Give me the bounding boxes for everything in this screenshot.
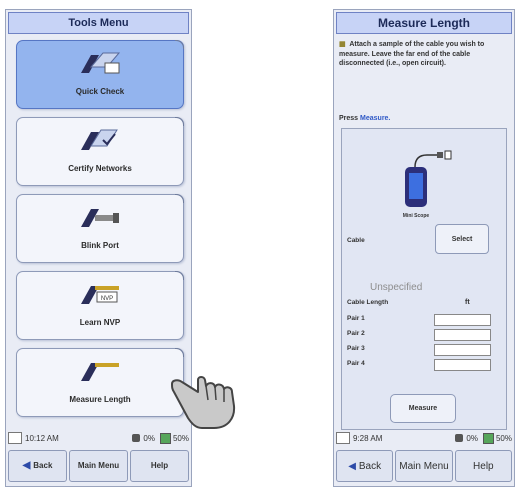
- cable-type-value: Unspecified: [370, 282, 423, 293]
- blink-port-button[interactable]: Blink Port: [16, 194, 184, 263]
- certify-networks-icon: [81, 129, 118, 150]
- help-label: Help: [150, 461, 169, 470]
- measure-length-icon: [81, 363, 119, 381]
- back-button[interactable]: ◀ Back: [336, 450, 394, 482]
- main-menu-button[interactable]: Main Menu: [395, 450, 453, 482]
- corner-decoration: [175, 271, 184, 280]
- instructions-body: Attach a sample of the cable you wish to…: [339, 41, 485, 67]
- measure-button[interactable]: Measure: [390, 394, 456, 423]
- menu-item-label: Certify Networks: [68, 164, 132, 173]
- device-label: Mini Scope: [403, 213, 430, 219]
- status-power: 0%: [466, 433, 478, 443]
- press-measure-link: Measure.: [360, 115, 391, 122]
- back-label: Back: [33, 461, 53, 470]
- status-bar: 10:12 AM 0% 50%: [8, 430, 189, 446]
- pair-label: Pair 4: [347, 360, 365, 367]
- measure-length-button[interactable]: Measure Length: [16, 348, 184, 417]
- measure-panel: Mini Scope Cable Select Unspecified ft C…: [341, 128, 507, 430]
- blink-port-icon: [81, 209, 119, 227]
- pair-4-value: [434, 359, 491, 371]
- battery-icon: [159, 432, 171, 444]
- press-prefix: Press: [339, 115, 359, 122]
- quick-check-button[interactable]: Quick Check: [16, 40, 184, 109]
- main-menu-label: Main Menu: [77, 461, 120, 470]
- note-icon: ▦: [339, 41, 346, 48]
- measure-length-screen: Measure Length ▦ Attach a sample of the …: [333, 9, 515, 487]
- press-instruction: Press Measure.: [339, 115, 390, 122]
- quick-check-icon: [81, 52, 121, 74]
- menu-item-label: Learn NVP: [79, 318, 121, 327]
- corner-decoration: [175, 348, 184, 357]
- menu-item-label: Quick Check: [75, 87, 125, 96]
- select-button[interactable]: Select: [435, 224, 489, 254]
- learn-nvp-button[interactable]: NVP Learn NVP: [16, 271, 184, 340]
- softkey-bar: ◀ Back Main Menu Help: [8, 450, 189, 482]
- status-battery: 50%: [172, 433, 189, 443]
- svg-text:NVP: NVP: [101, 296, 113, 302]
- status-bar: 9:28 AM 0% 50%: [336, 430, 512, 446]
- back-button[interactable]: ◀ Back: [8, 450, 67, 482]
- menu-item-label: Blink Port: [81, 241, 119, 250]
- pair-label: Pair 1: [347, 315, 365, 322]
- main-menu-label: Main Menu: [399, 460, 449, 472]
- clock-icon: [8, 432, 22, 444]
- help-button[interactable]: Help: [130, 450, 189, 482]
- corner-decoration: [175, 194, 184, 203]
- pair-1-value: [434, 314, 491, 326]
- status-time: 10:12 AM: [25, 433, 59, 443]
- status-battery: 50%: [495, 433, 512, 443]
- certify-networks-button[interactable]: Certify Networks: [16, 117, 184, 186]
- pair-2-value: [434, 329, 491, 341]
- status-power: 0%: [143, 433, 155, 443]
- screen-title: Measure Length: [336, 12, 512, 34]
- back-label: Back: [358, 460, 382, 472]
- pair-3-value: [434, 344, 491, 356]
- power-plug-icon: [455, 434, 464, 442]
- main-menu-button[interactable]: Main Menu: [69, 450, 128, 482]
- tester-cable-icon: Mini Scope: [403, 150, 452, 219]
- cable-label: Cable: [347, 237, 365, 244]
- instructions-text: ▦ Attach a sample of the cable you wish …: [339, 40, 509, 69]
- power-plug-icon: [132, 434, 141, 442]
- back-arrow-icon: ◀: [348, 460, 356, 472]
- select-label: Select: [451, 235, 473, 243]
- tools-menu-screen: Tools Menu Quick Check Certify Networks …: [5, 9, 192, 487]
- measure-label: Measure: [408, 405, 438, 412]
- softkey-bar: ◀ Back Main Menu Help: [336, 450, 512, 482]
- corner-decoration: [175, 117, 184, 126]
- help-button[interactable]: Help: [454, 450, 512, 482]
- battery-icon: [482, 432, 494, 444]
- clock-icon: [336, 432, 350, 444]
- menu-item-label: Measure Length: [69, 395, 131, 404]
- cable-length-label: Cable Length: [347, 299, 389, 306]
- back-arrow-icon: ◀: [22, 460, 31, 471]
- pointing-hand-icon: [171, 376, 236, 429]
- pair-label: Pair 3: [347, 345, 365, 352]
- help-label: Help: [473, 460, 494, 472]
- learn-nvp-icon: NVP: [81, 286, 119, 304]
- unit-label: ft: [465, 299, 470, 306]
- pair-label: Pair 2: [347, 330, 365, 337]
- corner-decoration: [175, 40, 184, 49]
- status-time: 9:28 AM: [353, 433, 383, 443]
- screen-title: Tools Menu: [8, 12, 189, 34]
